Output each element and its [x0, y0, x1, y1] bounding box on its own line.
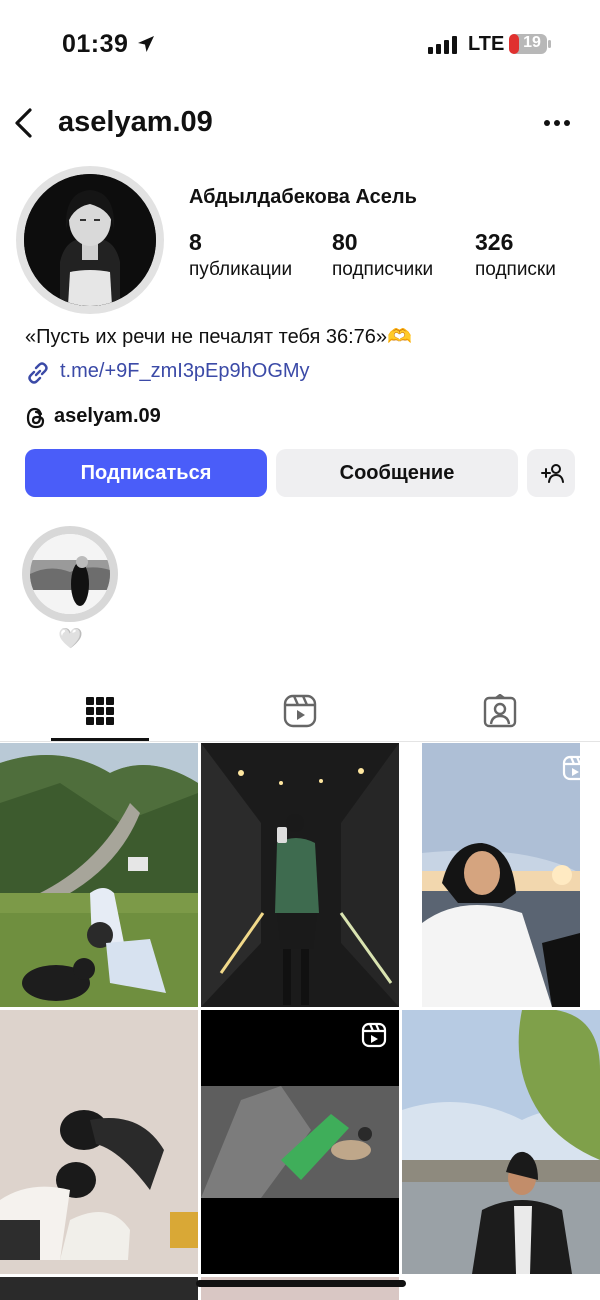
grid-icon	[86, 697, 114, 725]
posts-label[interactable]: публикации	[189, 259, 292, 281]
avatar-photo	[24, 174, 156, 306]
home-indicator[interactable]	[196, 1280, 406, 1287]
reel-indicator-icon	[361, 1022, 387, 1048]
location-arrow-icon	[138, 36, 154, 52]
tab-tagged[interactable]	[400, 686, 600, 736]
more-options-icon[interactable]	[543, 119, 571, 127]
tab-divider	[0, 741, 600, 742]
tab-posts-grid[interactable]	[0, 686, 200, 736]
post-tile-swing-reel[interactable]	[201, 1010, 399, 1274]
back-icon[interactable]	[12, 106, 36, 140]
following-label[interactable]: подписки	[475, 259, 556, 281]
followers-label[interactable]: подписчики	[332, 259, 433, 281]
reels-icon	[283, 694, 317, 728]
follow-button[interactable]: Подписаться	[25, 449, 267, 497]
threads-icon	[26, 407, 45, 429]
battery-level: 19	[523, 34, 541, 51]
story-highlight[interactable]	[30, 534, 110, 614]
status-time: 01:39	[62, 30, 129, 58]
profile-username: aselyam.09	[58, 106, 213, 138]
threads-handle[interactable]: aselyam.09	[54, 405, 161, 428]
followers-count[interactable]: 80	[332, 229, 358, 256]
posts-count[interactable]: 8	[189, 229, 202, 256]
post-image	[201, 743, 399, 1007]
post-tile-park[interactable]	[402, 1010, 600, 1274]
suggest-people-button[interactable]	[527, 449, 575, 497]
highlight-thumbnail	[30, 534, 110, 614]
post-tile-partial[interactable]	[0, 1277, 198, 1300]
post-image	[402, 1010, 600, 1274]
following-count[interactable]: 326	[475, 229, 513, 256]
post-tile-mountain-dog[interactable]	[0, 743, 198, 1007]
signal-icon	[428, 36, 457, 54]
add-person-icon	[541, 464, 564, 483]
highlight-label: 🤍	[58, 628, 83, 650]
profile-full-name: Абдылдабекова Асель	[189, 186, 417, 208]
profile-bio: «Пусть их речи не печалят тебя 36:76»🫶	[25, 326, 412, 348]
tagged-icon	[483, 694, 517, 728]
post-tile-group-photo[interactable]	[0, 1010, 198, 1274]
message-button[interactable]: Сообщение	[276, 449, 518, 497]
reel-indicator-icon	[562, 755, 588, 781]
post-tile-corridor[interactable]	[201, 743, 399, 1007]
post-image	[402, 743, 600, 1007]
network-type: LTE	[468, 33, 505, 55]
post-tile-sunset-reel[interactable]	[402, 743, 600, 1007]
link-icon	[28, 362, 48, 384]
tab-reels[interactable]	[200, 686, 400, 736]
profile-link[interactable]: t.me/+9F_zmI3pEp9hOGMy	[60, 360, 310, 383]
post-image	[0, 743, 198, 1007]
post-image	[201, 1010, 399, 1274]
post-image	[0, 1010, 198, 1274]
avatar[interactable]	[24, 174, 156, 306]
